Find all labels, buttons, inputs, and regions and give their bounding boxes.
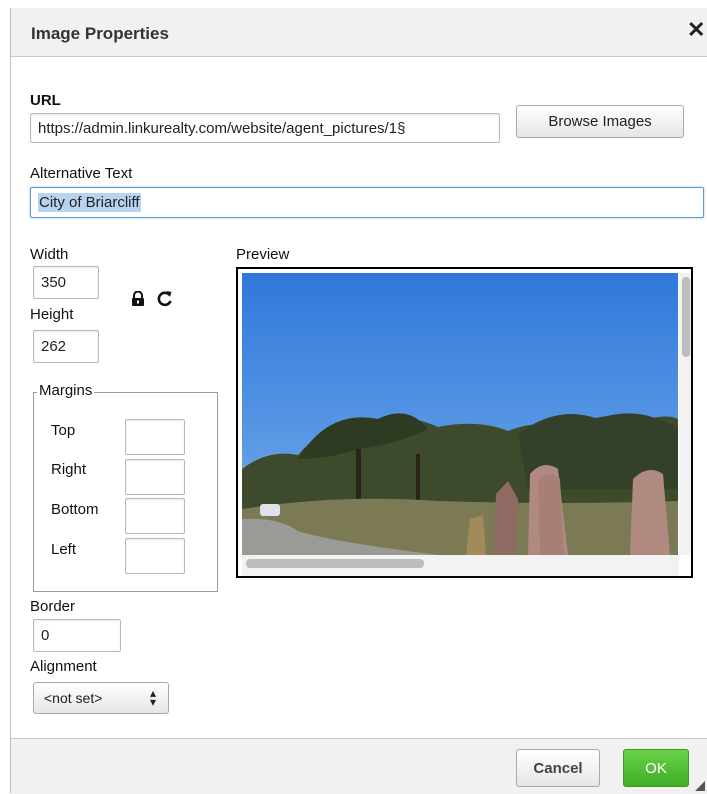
- preview-image: [242, 273, 691, 576]
- preview-box: [236, 267, 693, 578]
- ok-button[interactable]: OK: [623, 749, 689, 787]
- alt-text-label: Alternative Text: [30, 165, 133, 182]
- dialog-header: Image Properties ✕: [11, 8, 707, 57]
- image-properties-dialog: Image Properties ✕ URL Browse Images Alt…: [10, 8, 707, 794]
- lock-icon[interactable]: [131, 290, 145, 312]
- margin-top-input[interactable]: [125, 419, 185, 455]
- width-label: Width: [30, 246, 69, 263]
- width-input[interactable]: [33, 266, 99, 299]
- margin-top-label: Top: [51, 422, 76, 439]
- alignment-value: <not set>: [44, 690, 103, 706]
- margin-bottom-label: Bottom: [51, 501, 99, 518]
- margin-left-input[interactable]: [125, 538, 185, 574]
- url-label: URL: [30, 92, 61, 109]
- height-input[interactable]: [33, 330, 99, 363]
- border-label: Border: [30, 598, 76, 615]
- margin-left-label: Left: [51, 541, 77, 558]
- cancel-button[interactable]: Cancel: [516, 749, 600, 787]
- alt-text-input[interactable]: City of Briarcliff: [30, 187, 704, 218]
- alignment-label: Alignment: [30, 658, 97, 675]
- dialog-footer: Cancel OK: [11, 738, 707, 794]
- margins-legend: Margins: [37, 382, 95, 399]
- close-icon[interactable]: ✕: [687, 18, 705, 42]
- url-input[interactable]: [30, 113, 500, 143]
- select-arrows-icon: ▴ ▾: [150, 686, 157, 709]
- height-label: Height: [30, 306, 74, 323]
- border-input[interactable]: [33, 619, 121, 652]
- margin-bottom-input[interactable]: [125, 498, 185, 534]
- preview-label: Preview: [236, 246, 290, 263]
- browse-images-button[interactable]: Browse Images: [516, 105, 684, 138]
- resize-grip-icon[interactable]: [695, 781, 705, 791]
- margin-right-input[interactable]: [125, 459, 185, 495]
- alignment-select[interactable]: <not set> ▴ ▾: [33, 682, 169, 714]
- dialog-title: Image Properties: [31, 24, 169, 43]
- margin-right-label: Right: [51, 461, 87, 478]
- reset-icon[interactable]: [157, 289, 173, 312]
- alt-text-value: City of Briarcliff: [38, 193, 141, 212]
